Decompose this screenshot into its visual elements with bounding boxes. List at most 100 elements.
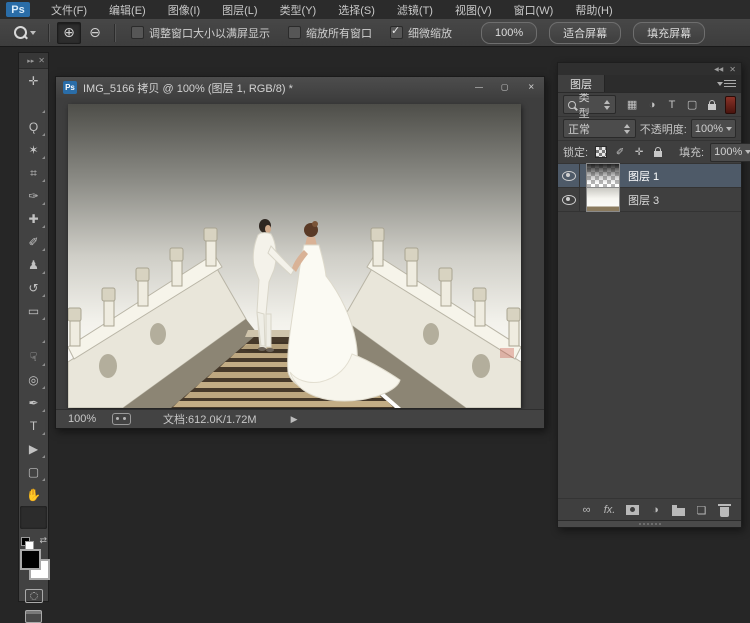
- smudge-tool[interactable]: ☟: [20, 345, 47, 368]
- close-dock-icon[interactable]: ✕: [729, 65, 736, 74]
- shape-tool[interactable]: ▢: [20, 460, 47, 483]
- filter-switch-toggle[interactable]: [725, 96, 736, 114]
- filter-pixel-layers-icon[interactable]: ▦: [624, 96, 641, 113]
- close-button[interactable]: ✕: [518, 77, 544, 98]
- new-layer-icon[interactable]: ❏: [695, 504, 708, 517]
- filter-type-layers-icon[interactable]: T: [664, 96, 681, 113]
- zoom-tool[interactable]: [20, 506, 47, 529]
- checkbox-box: [390, 26, 403, 39]
- document-titlebar[interactable]: Ps IMG_5166 拷贝 @ 100% (图层 1, RGB/8) * —▢…: [56, 77, 544, 99]
- panel-menu-icon[interactable]: [724, 80, 736, 88]
- close-panel-icon[interactable]: ✕: [38, 56, 45, 65]
- resize-windows-checkbox[interactable]: 调整窗口大小以满屏显示: [131, 25, 270, 41]
- collapse-dock-icon[interactable]: ◀◀: [714, 66, 723, 73]
- quick-mask-button[interactable]: [25, 589, 43, 603]
- menu-item[interactable]: 帮助(H): [564, 0, 623, 19]
- collapse-panel-icon[interactable]: ▸▸: [27, 57, 34, 65]
- zoom-all-windows-checkbox[interactable]: 缩放所有窗口: [288, 25, 372, 41]
- menu-item[interactable]: 选择(S): [327, 0, 386, 19]
- healing-brush-tool[interactable]: ✚: [20, 207, 47, 230]
- separator: [48, 24, 50, 42]
- menu-item[interactable]: 类型(Y): [269, 0, 328, 19]
- history-brush-tool[interactable]: ↺: [20, 276, 47, 299]
- eraser-tool[interactable]: ▭: [20, 299, 47, 322]
- chevron-down-icon: [726, 127, 732, 131]
- add-layer-mask-icon[interactable]: [626, 504, 639, 517]
- status-options-arrow-icon[interactable]: ▶: [291, 414, 298, 425]
- search-icon: [568, 101, 576, 109]
- eyedropper-tool[interactable]: ✑: [20, 184, 47, 207]
- type-tool[interactable]: T: [20, 414, 47, 437]
- lock-transparent-pixels-icon[interactable]: [594, 145, 608, 159]
- filter-smart-objects-icon[interactable]: [704, 96, 721, 113]
- adjustment-layer-icon[interactable]: ◑: [649, 504, 662, 517]
- menu-item[interactable]: 文件(F): [40, 0, 98, 19]
- tool-preset-picker[interactable]: [14, 26, 36, 39]
- foreground-color-swatch[interactable]: [20, 549, 41, 570]
- menu-item[interactable]: 图层(L): [211, 0, 268, 19]
- panel-dock-header: ◀◀ ✕: [558, 63, 741, 75]
- gradient-tool[interactable]: [20, 322, 47, 345]
- layer-thumbnail[interactable]: [586, 187, 620, 212]
- delete-layer-icon[interactable]: [718, 504, 731, 517]
- fit-screen-button[interactable]: 适合屏幕: [549, 22, 621, 44]
- layer-thumbnail[interactable]: [586, 163, 620, 188]
- layer-row-3[interactable]: 图层 3: [558, 188, 741, 212]
- menu-item[interactable]: 编辑(E): [98, 0, 157, 19]
- filter-adjustment-layers-icon[interactable]: ◑: [644, 96, 661, 113]
- crop-tool[interactable]: ⌗: [20, 161, 47, 184]
- panel-resize-handle[interactable]: [558, 520, 741, 527]
- document-title: IMG_5166 拷贝 @ 100% (图层 1, RGB/8) *: [83, 80, 466, 96]
- new-group-icon[interactable]: [672, 504, 685, 517]
- minimize-button[interactable]: —: [466, 77, 492, 98]
- menu-item[interactable]: 图像(I): [157, 0, 211, 19]
- dodge-tool[interactable]: ◎: [20, 368, 47, 391]
- scrubby-zoom-checkbox[interactable]: 细微缩放: [390, 25, 452, 41]
- menu-item[interactable]: 窗口(W): [503, 0, 565, 19]
- photoshop-app: { "app": { "logo_text": "Ps" }, "menu_ba…: [0, 0, 750, 602]
- layer-row-1[interactable]: 图层 1: [558, 164, 741, 188]
- zoom-in-button[interactable]: ⊕: [57, 22, 81, 44]
- hand-tool[interactable]: ✋: [20, 483, 47, 506]
- lock-image-pixels-icon[interactable]: ✐: [613, 145, 627, 159]
- screen-mode-button[interactable]: [25, 610, 42, 623]
- blend-mode-select[interactable]: 正常: [563, 119, 636, 138]
- visibility-eye-icon[interactable]: [558, 164, 580, 187]
- clone-stamp-tool[interactable]: ♟: [20, 253, 47, 276]
- canvas-image[interactable]: [68, 104, 521, 408]
- path-selection-tool[interactable]: ▶: [20, 437, 47, 460]
- canvas-area: [56, 98, 544, 410]
- link-layers-icon[interactable]: ∞: [580, 504, 593, 517]
- lock-label: 锁定:: [563, 144, 588, 160]
- maximize-button[interactable]: ▢: [492, 77, 518, 98]
- tab-layers[interactable]: 图层: [558, 75, 605, 92]
- tools-panel: ▸▸ ✕ ✛ Ǫ✶⌗✑✚✐♟↺▭ ☟◎✒T▶▢✋ ⇄: [18, 52, 49, 602]
- fill-screen-button[interactable]: 填充屏幕: [633, 22, 705, 44]
- tool-list: ✛ Ǫ✶⌗✑✚✐♟↺▭ ☟◎✒T▶▢✋: [19, 69, 48, 529]
- fill-value: 100%: [714, 146, 742, 158]
- photoshop-logo: Ps: [6, 2, 30, 17]
- layers-panel: ◀◀ ✕ 图层 类型 ▦◑T▢ 正常 不透明度: 100% 锁定: ✐✛ 填: [557, 62, 742, 528]
- swap-colors-icon[interactable]: ⇄: [39, 535, 47, 546]
- filter-type-dropdown[interactable]: 类型: [563, 95, 616, 114]
- menu-item[interactable]: 滤镜(T): [386, 0, 444, 19]
- zoom-out-button[interactable]: ⊖: [83, 22, 107, 44]
- marquee-tool[interactable]: [20, 92, 47, 115]
- layer-style-icon[interactable]: fx.: [603, 504, 616, 517]
- filter-type-label: 类型: [579, 89, 599, 121]
- move-tool[interactable]: ✛: [20, 69, 47, 92]
- fill-dropdown[interactable]: 100%: [710, 143, 750, 162]
- menu-item[interactable]: 视图(V): [444, 0, 503, 19]
- default-colors-icon[interactable]: [21, 537, 30, 546]
- pen-tool[interactable]: ✒: [20, 391, 47, 414]
- opacity-dropdown[interactable]: 100%: [691, 119, 736, 138]
- lock-position-icon[interactable]: ✛: [632, 145, 646, 159]
- actual-pixels-button[interactable]: 100%: [481, 22, 537, 44]
- zoom-level-field[interactable]: 100%: [68, 413, 102, 425]
- brush-tool[interactable]: ✐: [20, 230, 47, 253]
- lock-all-icon[interactable]: [651, 145, 665, 159]
- visibility-eye-icon[interactable]: [558, 188, 580, 211]
- filter-shape-layers-icon[interactable]: ▢: [684, 96, 701, 113]
- lasso-tool[interactable]: Ǫ: [20, 115, 47, 138]
- magic-wand-tool[interactable]: ✶: [20, 138, 47, 161]
